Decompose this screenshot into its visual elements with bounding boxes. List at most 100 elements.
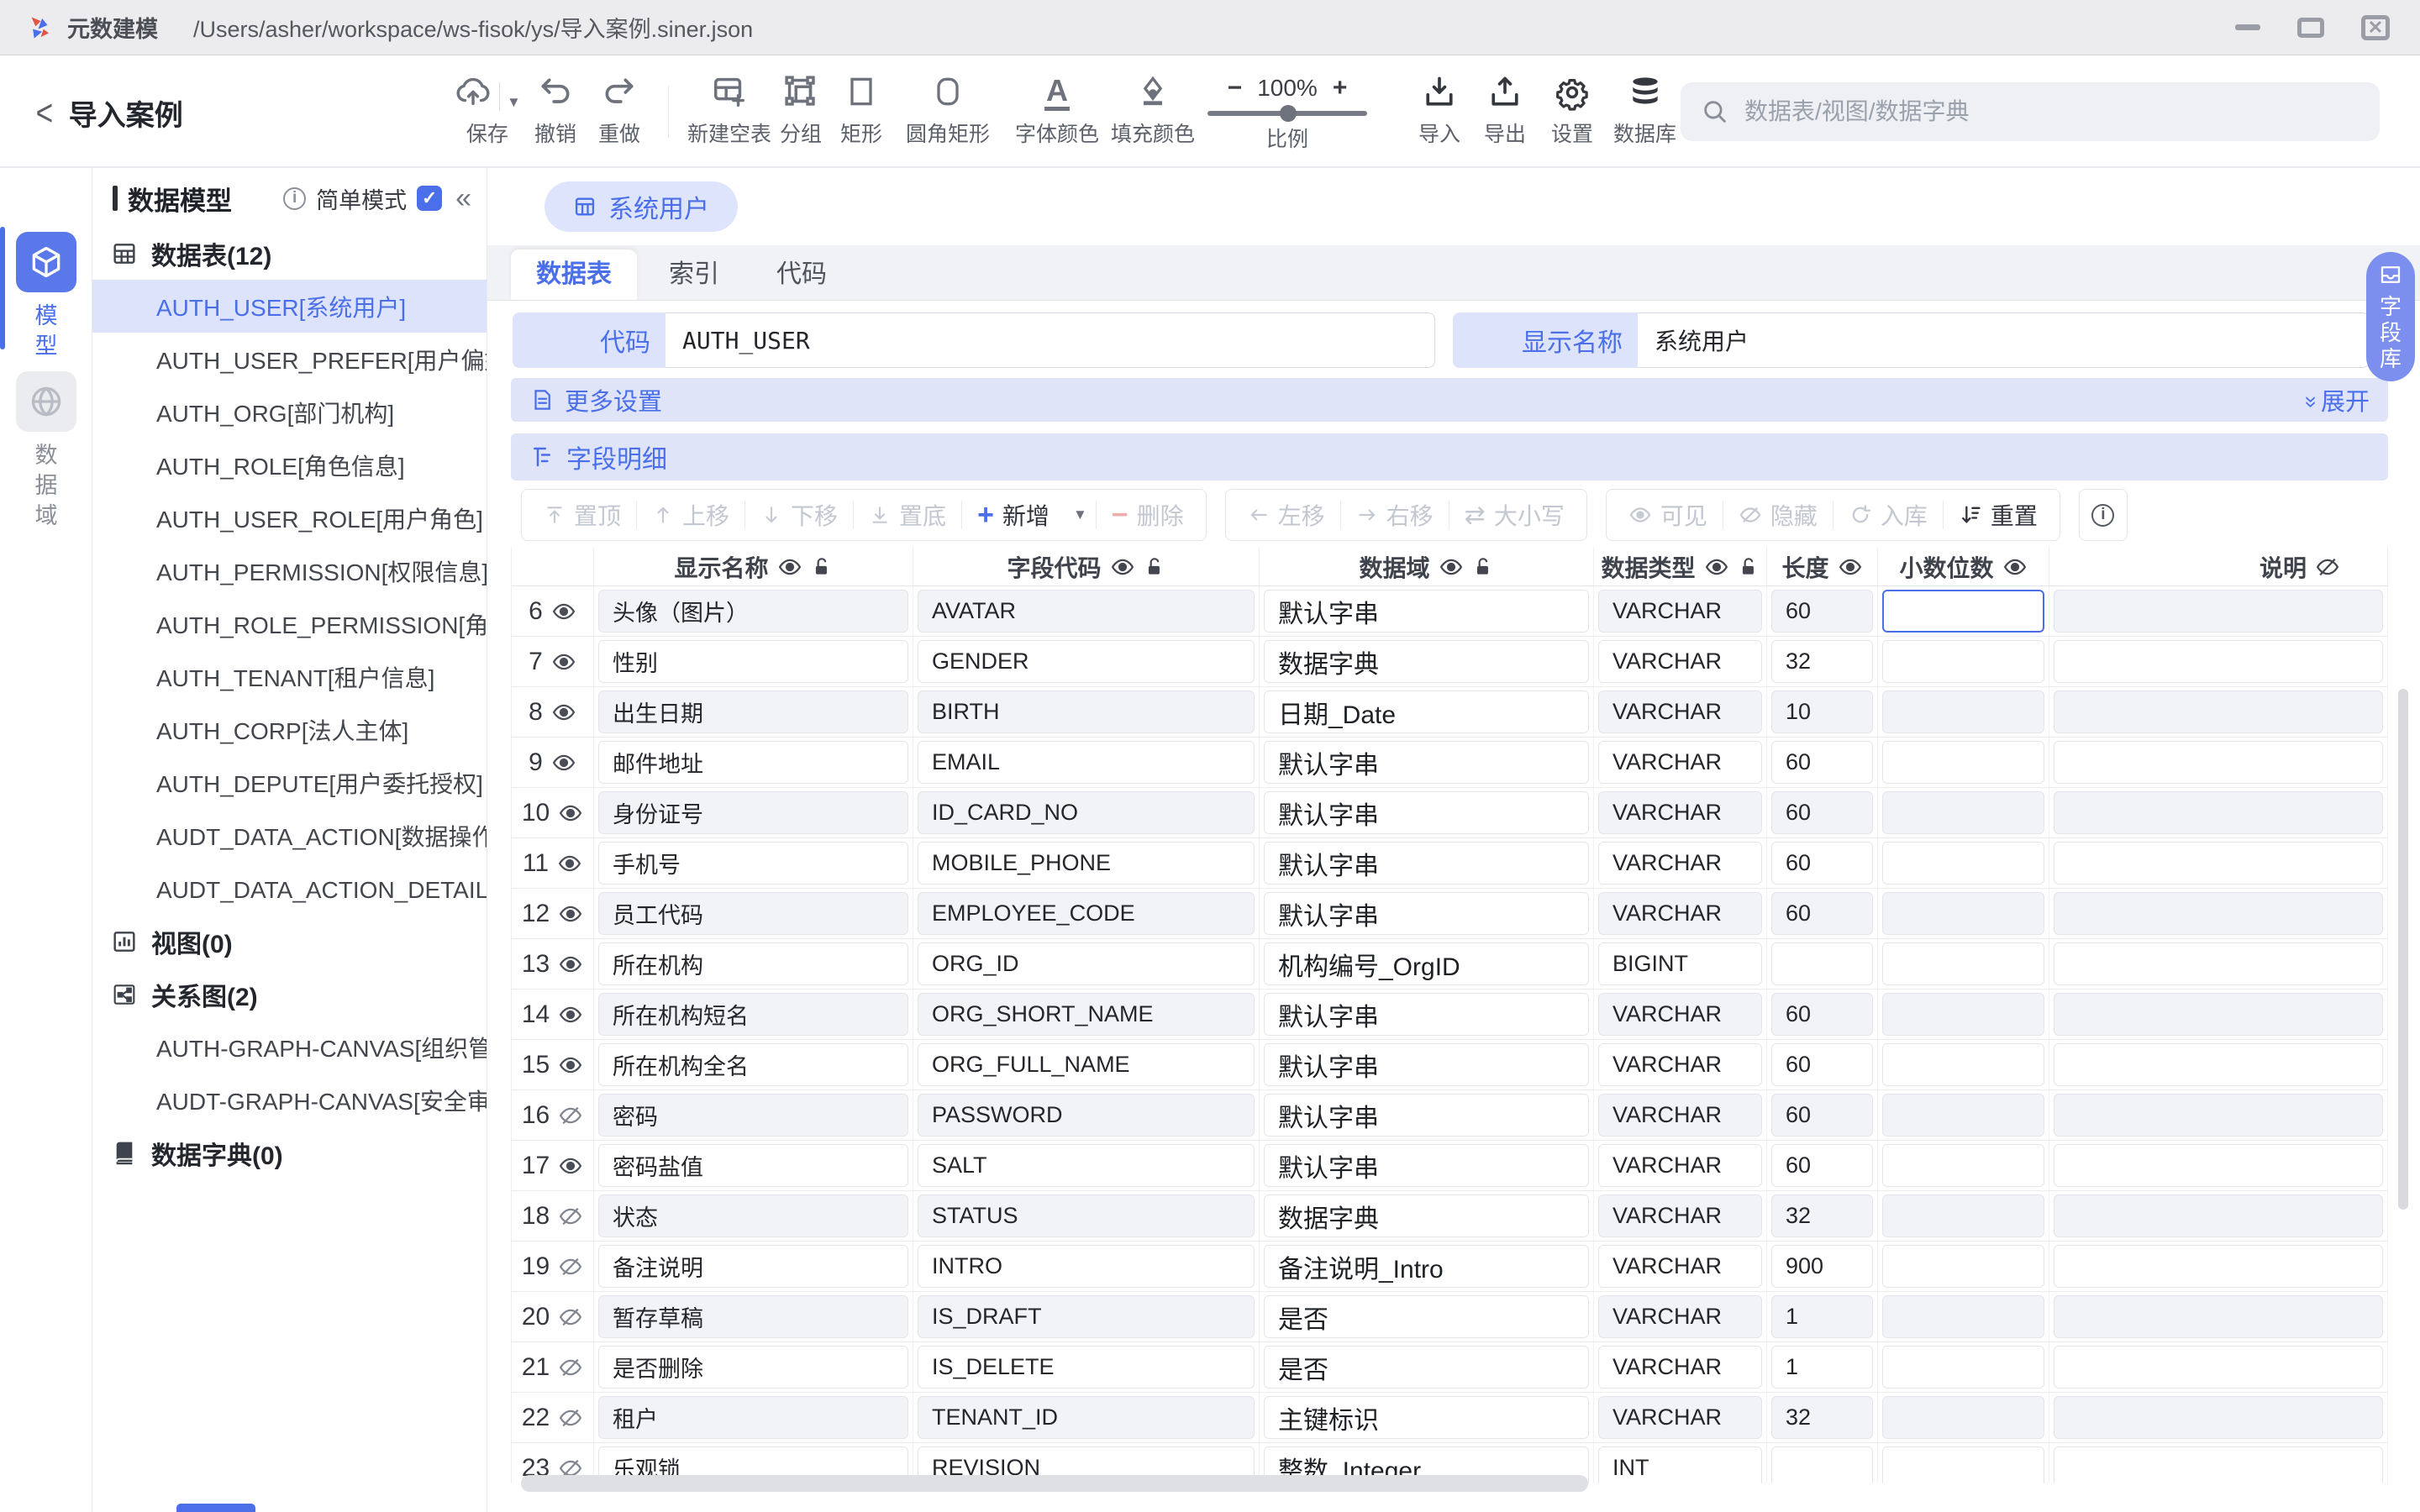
length-cell[interactable]: 1	[1771, 1346, 1873, 1389]
tree-item[interactable]: AUTH-GRAPH-CANVAS[组织管理-关	[92, 1021, 487, 1074]
set-visible-button[interactable]: 可见	[1613, 498, 1723, 532]
column-header[interactable]: 数据类型	[1594, 548, 1767, 585]
display-name-cell[interactable]: 暂存草稿	[598, 1295, 908, 1338]
horizontal-scrollbar[interactable]	[521, 1475, 1588, 1492]
vertical-scrollbar[interactable]	[2398, 689, 2408, 1210]
save-button[interactable]: ▼ 保存	[454, 71, 521, 148]
decimal-digits-cell[interactable]	[1882, 1194, 2044, 1237]
search-input[interactable]	[1743, 97, 2360, 126]
data-type-cell[interactable]: VARCHAR	[1598, 1043, 1762, 1086]
row-number-cell[interactable]: 11	[512, 838, 594, 888]
zoom-slider[interactable]	[1207, 111, 1367, 116]
tree-section-1[interactable]: 视图(0)	[92, 915, 487, 968]
move-down-button[interactable]: 下移	[745, 498, 853, 532]
description-cell[interactable]	[2054, 690, 2383, 733]
description-cell[interactable]	[2054, 993, 2383, 1036]
column-header[interactable]: 字段代码	[913, 548, 1260, 585]
column-header[interactable]: 长度	[1767, 548, 1878, 585]
length-cell[interactable]: 900	[1771, 1245, 1873, 1288]
column-header[interactable]: 数据域	[1260, 548, 1594, 585]
display-name-cell[interactable]: 所在机构短名	[598, 993, 908, 1036]
data-type-cell[interactable]: VARCHAR	[1598, 1295, 1762, 1338]
tree-item[interactable]: AUTH_PERMISSION[权限信息]	[92, 544, 487, 597]
length-cell[interactable]: 60	[1771, 993, 1873, 1036]
data-domain-cell[interactable]: 数据字典	[1264, 1194, 1589, 1237]
length-cell[interactable]: 60	[1771, 1043, 1873, 1086]
data-type-cell[interactable]: VARCHAR	[1598, 741, 1762, 784]
decimal-digits-cell[interactable]	[1882, 640, 2044, 683]
description-cell[interactable]	[2054, 1295, 2383, 1338]
display-name-cell[interactable]: 备注说明	[598, 1245, 908, 1288]
simple-mode-checkbox[interactable]: ✓	[417, 186, 442, 211]
tree-item[interactable]: AUTH_ROLE_PERMISSION[角色权限]	[92, 597, 487, 650]
description-cell[interactable]	[2054, 590, 2383, 633]
data-domain-cell[interactable]: 默认字串	[1264, 590, 1589, 633]
data-domain-cell[interactable]: 机构编号_OrgID	[1264, 942, 1589, 985]
length-cell[interactable]: 60	[1771, 842, 1873, 885]
tree-section-2[interactable]: 关系图(2)	[92, 968, 487, 1021]
data-domain-cell[interactable]: 默认字串	[1264, 741, 1589, 784]
decimal-digits-cell[interactable]	[1882, 1245, 2044, 1288]
database-button[interactable]: 数据库	[1613, 71, 1676, 148]
back-button[interactable]: < 导入案例	[34, 92, 183, 134]
tree-item[interactable]: AUDT_DATA_ACTION_DETAIL[安全审	[92, 862, 487, 915]
add-field-button[interactable]: + 新增	[962, 498, 1065, 532]
length-cell[interactable]: 32	[1771, 640, 1873, 683]
move-right-button[interactable]: 右移	[1341, 498, 1449, 532]
row-number-cell[interactable]: 10	[512, 788, 594, 837]
tree-section-0[interactable]: 数据表(12)	[92, 227, 487, 280]
field-code-cell[interactable]: ID_CARD_NO	[918, 791, 1255, 834]
column-header[interactable]: 显示名称	[594, 548, 913, 585]
description-cell[interactable]	[2054, 1094, 2383, 1137]
save-dropdown-caret-icon[interactable]: ▼	[507, 94, 521, 111]
display-name-cell[interactable]: 密码盐值	[598, 1144, 908, 1187]
decimal-digits-cell[interactable]	[1882, 993, 2044, 1036]
data-domain-cell[interactable]: 日期_Date	[1264, 690, 1589, 733]
data-type-cell[interactable]: VARCHAR	[1598, 1094, 1762, 1137]
display-name-input[interactable]	[1638, 312, 2370, 368]
display-name-cell[interactable]: 员工代码	[598, 892, 908, 935]
description-cell[interactable]	[2054, 1346, 2383, 1389]
data-type-cell[interactable]: VARCHAR	[1598, 590, 1762, 633]
decimal-digits-cell[interactable]	[1882, 942, 2044, 985]
move-up-button[interactable]: 上移	[637, 498, 744, 532]
decimal-digits-cell[interactable]	[1882, 1295, 2044, 1338]
decimal-digits-cell[interactable]	[1882, 690, 2044, 733]
field-code-cell[interactable]: STATUS	[918, 1194, 1255, 1237]
font-color-button[interactable]: A 字体颜色	[1015, 71, 1099, 148]
length-cell[interactable]: 1	[1771, 1295, 1873, 1338]
decimal-digits-cell[interactable]	[1882, 791, 2044, 834]
field-code-cell[interactable]: ORG_FULL_NAME	[918, 1043, 1255, 1086]
more-settings-bar[interactable]: 更多设置 » 展开	[511, 378, 2388, 422]
data-type-cell[interactable]: VARCHAR	[1598, 1396, 1762, 1439]
data-type-cell[interactable]: VARCHAR	[1598, 842, 1762, 885]
decimal-digits-cell[interactable]	[1882, 1043, 2044, 1086]
reset-button[interactable]: 重置	[1944, 498, 2053, 532]
data-domain-cell[interactable]: 数据字典	[1264, 640, 1589, 683]
minimize-button[interactable]	[2235, 24, 2260, 30]
data-type-cell[interactable]: VARCHAR	[1598, 993, 1762, 1036]
display-name-cell[interactable]: 头像（图片）	[598, 590, 908, 633]
description-cell[interactable]	[2054, 1194, 2383, 1237]
data-domain-cell[interactable]: 默认字串	[1264, 1144, 1589, 1187]
data-domain-cell[interactable]: 默认字串	[1264, 791, 1589, 834]
data-domain-cell[interactable]: 默认字串	[1264, 842, 1589, 885]
decimal-digits-cell[interactable]	[1882, 590, 2044, 633]
length-cell[interactable]: 60	[1771, 1144, 1873, 1187]
data-type-cell[interactable]: VARCHAR	[1598, 1194, 1762, 1237]
length-cell[interactable]: 10	[1771, 690, 1873, 733]
display-name-cell[interactable]: 状态	[598, 1194, 908, 1237]
data-type-cell[interactable]: VARCHAR	[1598, 1245, 1762, 1288]
tree-item[interactable]: AUDT-GRAPH-CANVAS[安全审计-关	[92, 1074, 487, 1126]
description-cell[interactable]	[2054, 791, 2383, 834]
description-cell[interactable]	[2054, 1245, 2383, 1288]
decimal-digits-cell[interactable]	[1882, 892, 2044, 935]
column-header[interactable]: 说明	[2049, 548, 2388, 585]
data-type-cell[interactable]: VARCHAR	[1598, 892, 1762, 935]
rail-model-label[interactable]: 模型	[0, 301, 92, 361]
set-hidden-button[interactable]: 隐藏	[1723, 498, 1833, 532]
settings-button[interactable]: 设置	[1551, 71, 1593, 148]
row-number-cell[interactable]: 19	[512, 1242, 594, 1291]
decimal-digits-cell[interactable]	[1882, 1094, 2044, 1137]
length-cell[interactable]: 32	[1771, 1396, 1873, 1439]
